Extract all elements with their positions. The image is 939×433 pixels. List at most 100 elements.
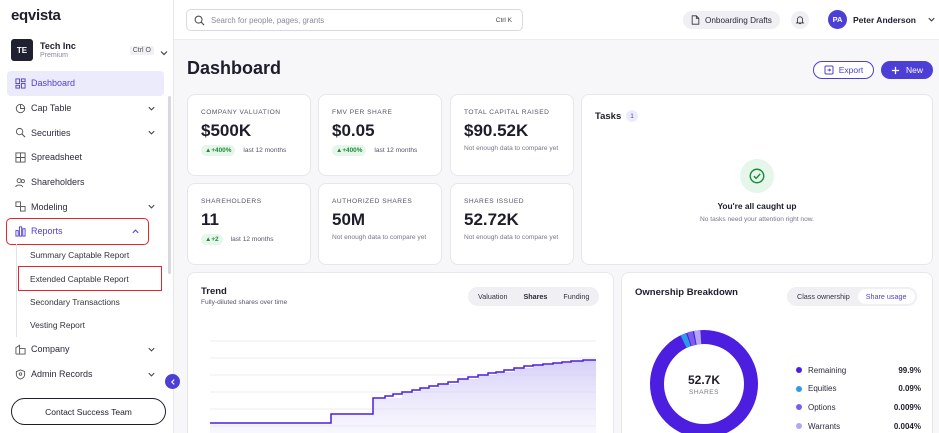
user-name: Peter Anderson [853, 14, 916, 25]
stat-card-shares-issued: SHARES ISSUED 52.72K Not enough data to … [450, 183, 574, 265]
sidebar-item-label: Reports [31, 226, 63, 237]
grid-icon [15, 152, 26, 163]
bell-icon [795, 15, 805, 25]
notifications-button[interactable] [791, 11, 809, 29]
ownership-donut: 52.7K SHARES [648, 328, 760, 433]
tasks-empty-subtitle: No tasks need your attention right now. [700, 216, 814, 223]
legend-row-options: Options 0.009% [796, 398, 921, 417]
legend-name: Remaining [808, 365, 847, 375]
sidebar-item-spreadsheet[interactable]: Spreadsheet [7, 145, 164, 170]
new-label: New [905, 65, 923, 75]
donut-center-unit: SHARES [688, 388, 720, 396]
reports-submenu: Summary Captable Report Extended Captabl… [13, 243, 164, 338]
legend-name: Equities [808, 384, 837, 394]
sidebar-item-modeling[interactable]: Modeling [7, 194, 164, 219]
sidebar: eqvista TE Tech Inc Premium Ctrl O Dashb… [0, 0, 174, 433]
contact-success-team-button[interactable]: Contact Success Team [11, 398, 166, 425]
submenu-item-secondary-transactions[interactable]: Secondary Transactions [13, 290, 164, 313]
chevron-down-icon [159, 45, 169, 56]
admin-icon [15, 368, 26, 380]
tab-share-usage[interactable]: Share usage [857, 289, 915, 304]
stat-card-shareholders: SHAREHOLDERS 11 ▲+2 last 12 months [187, 183, 311, 265]
trend-chart [210, 340, 596, 433]
legend-dot [796, 404, 802, 411]
sidebar-item-label: Dashboard [31, 78, 76, 89]
trend-card: Trend Fully-diluted shares over time Val… [187, 272, 614, 433]
legend-value: 99.9% [898, 365, 921, 375]
sidebar-item-reports[interactable]: Reports [6, 218, 149, 245]
trend-subtitle: Fully-diluted shares over time [201, 299, 288, 306]
user-menu[interactable]: PA Peter Anderson [828, 10, 936, 29]
tab-valuation[interactable]: Valuation [470, 289, 515, 304]
legend-value: 0.09% [898, 384, 921, 394]
stat-label: AUTHORIZED SHARES [332, 198, 413, 205]
collapse-sidebar-button[interactable] [165, 374, 180, 389]
sidebar-item-admin-records[interactable]: Admin Records [7, 362, 164, 387]
sidebar-item-shareholders[interactable]: Shareholders [7, 170, 164, 195]
chevron-down-icon [147, 370, 156, 379]
modeling-icon [15, 201, 26, 212]
org-plan: Premium [40, 52, 69, 59]
trend-title: Trend [201, 286, 227, 297]
onboarding-drafts-button[interactable]: Onboarding Drafts [683, 11, 780, 29]
sidebar-item-label: Spreadsheet [31, 152, 83, 163]
stat-label: TOTAL CAPITAL RAISED [464, 109, 550, 116]
submenu-item-extended-captable-report[interactable]: Extended Captable Report [18, 266, 162, 292]
tab-class-ownership[interactable]: Class ownership [789, 289, 858, 304]
securities-icon [15, 127, 26, 138]
org-switcher[interactable]: TE Tech Inc Premium Ctrl O [11, 38, 169, 62]
stat-label: SHAREHOLDERS [201, 198, 262, 205]
stat-card-fmv-per-share: FMV PER SHARE $0.05 ▲+400% last 12 month… [318, 94, 442, 176]
tasks-empty-title: You're all caught up [717, 201, 797, 211]
stat-value: 11 [201, 210, 219, 229]
change-period: last 12 months [243, 147, 287, 154]
stat-change: ▲+400% last 12 months [201, 145, 286, 156]
submenu-item-vesting-report[interactable]: Vesting Report [13, 314, 164, 337]
legend-name: Warrants [808, 421, 841, 431]
stat-value: $90.52K [464, 121, 529, 140]
donut-center-value: 52.7K [687, 372, 721, 387]
tab-shares[interactable]: Shares [515, 289, 555, 304]
sidebar-item-dashboard[interactable]: Dashboard [7, 71, 164, 96]
legend-value: 0.004% [893, 421, 921, 431]
sidebar-item-label: Admin Records [31, 369, 93, 380]
company-icon [15, 344, 26, 355]
stat-label: SHARES ISSUED [464, 198, 524, 205]
onboarding-drafts-label: Onboarding Drafts [705, 15, 772, 25]
org-avatar: TE [11, 39, 33, 61]
search-bar[interactable]: Ctrl K [186, 9, 523, 31]
stat-value: $500K [201, 121, 252, 140]
change-period: last 12 months [374, 147, 418, 154]
legend-value: 0.009% [893, 402, 921, 412]
trend-area [210, 360, 596, 433]
trend-tabs: Valuation Shares Funding [468, 287, 600, 306]
sidebar-item-label: Cap Table [31, 103, 72, 114]
sidebar-nav: Dashboard Cap Table Securities Spreadshe… [6, 71, 164, 387]
sidebar-scrollbar[interactable] [168, 96, 171, 274]
app-logo[interactable]: eqvista [11, 7, 61, 24]
new-button[interactable]: New [881, 61, 933, 79]
sidebar-item-securities[interactable]: Securities [7, 120, 164, 145]
plus-icon [891, 66, 900, 75]
tab-funding[interactable]: Funding [555, 289, 597, 304]
sidebar-item-cap-table[interactable]: Cap Table [7, 96, 164, 121]
stat-label: FMV PER SHARE [332, 109, 393, 116]
submenu-item-summary-captable-report[interactable]: Summary Captable Report [13, 244, 164, 267]
sidebar-item-company[interactable]: Company [7, 337, 164, 362]
legend-dot [796, 367, 802, 374]
search-input[interactable] [211, 15, 493, 25]
export-label: Export [838, 65, 864, 75]
top-bar: Ctrl K Onboarding Drafts PA Peter Anders… [174, 0, 939, 40]
stat-value: 52.72K [464, 210, 519, 229]
chevron-up-icon [131, 227, 140, 236]
export-button[interactable]: Export [813, 61, 874, 79]
stat-change: ▲+400% last 12 months [332, 145, 417, 156]
bar-chart-icon [15, 226, 26, 237]
pie-chart-icon [15, 103, 26, 114]
legend-row-warrants: Warrants 0.004% [796, 417, 921, 433]
document-icon [691, 15, 700, 25]
tasks-title: Tasks [595, 111, 622, 122]
page-title: Dashboard [187, 58, 282, 78]
change-badge: ▲+400% [201, 145, 236, 156]
sidebar-item-label: Company [31, 344, 70, 355]
